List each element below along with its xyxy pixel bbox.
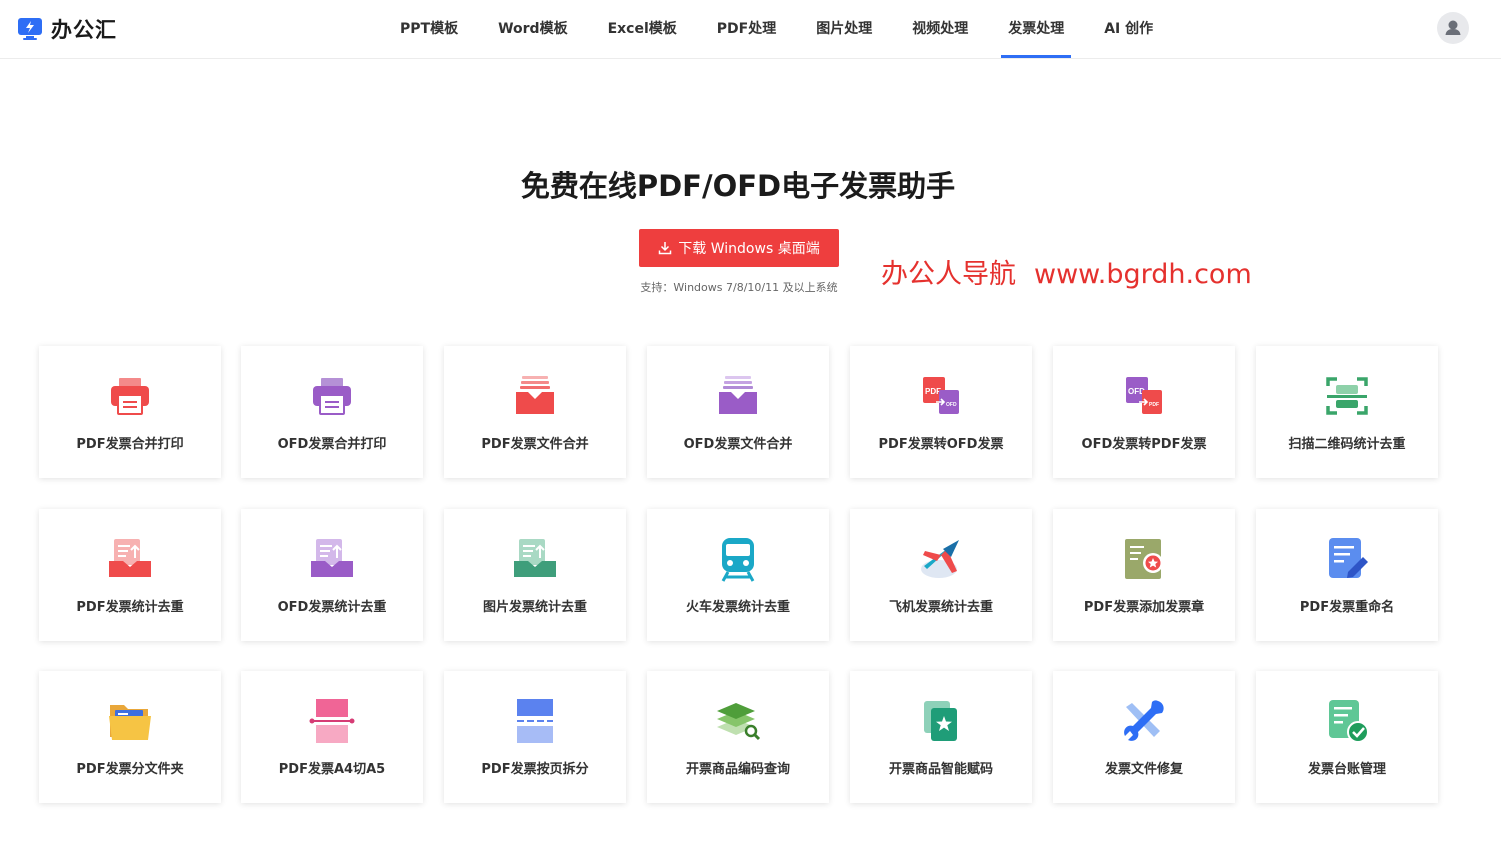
system-support-text: 支持：Windows 7/8/10/11 及以上系统 (640, 281, 838, 294)
top-navigation-bar: 办公汇 PPT模板 Word模板 Excel模板 PDF处理 图片处理 视频处理… (0, 0, 1501, 59)
tool-card-code-search[interactable]: 开票商品编码查询 (647, 671, 829, 803)
ledger-icon (1329, 700, 1369, 743)
watermark-text: 办公人导航 www.bgrdh.com (881, 252, 1252, 291)
tool-label: 飞机发票统计去重 (888, 600, 993, 615)
folder-icon (109, 705, 151, 740)
nav-item-ppt[interactable]: PPT模板 (380, 0, 478, 58)
rename-icon (1329, 538, 1368, 578)
tool-label: PDF发票重命名 (1299, 600, 1395, 615)
tool-card-a4-to-a5[interactable]: PDF发票A4切A5 (241, 671, 423, 803)
tool-label: PDF发票文件合并 (481, 437, 589, 452)
repair-icon (1124, 700, 1164, 741)
tool-card-rename[interactable]: PDF发票重命名 (1256, 509, 1438, 641)
tool-label: PDF发票分文件夹 (76, 762, 184, 777)
nav-item-image[interactable]: 图片处理 (796, 0, 892, 58)
tool-card-airplane-stats[interactable]: 飞机发票统计去重 (850, 509, 1032, 641)
brand-logo[interactable]: 办公汇 (17, 15, 117, 43)
tool-card-image-stats[interactable]: 图片发票统计去重 (444, 509, 626, 641)
tool-card-page-split[interactable]: PDF发票按页拆分 (444, 671, 626, 803)
qr-scan-icon (1326, 377, 1368, 415)
tool-label: PDF发票统计去重 (76, 600, 184, 615)
printer-purple-icon (313, 378, 351, 415)
tool-label: 发票文件修复 (1104, 762, 1183, 777)
user-icon (1445, 20, 1461, 35)
svg-text:PDF: PDF (1149, 402, 1159, 408)
tool-label: OFD发票文件合并 (683, 437, 793, 452)
tool-label: PDF发票A4切A5 (278, 762, 386, 777)
tool-card-pdf-merge-print[interactable]: PDF发票合并打印 (39, 346, 221, 478)
file-merge-purple-icon (719, 376, 757, 414)
split-icon (517, 699, 553, 743)
pdf-to-ofd-icon: PDF OFD (923, 377, 959, 414)
ofd-to-pdf-icon: OFD PDF (1126, 377, 1162, 414)
tool-card-qr-scan[interactable]: 扫描二维码统计去重 (1256, 346, 1438, 478)
nav-item-video[interactable]: 视频处理 (892, 0, 988, 58)
stamp-icon (1125, 539, 1163, 579)
tool-label: PDF发票按页拆分 (481, 762, 589, 777)
user-avatar[interactable] (1437, 12, 1469, 44)
watermark-url: www.bgrdh.com (1034, 259, 1252, 290)
code-search-icon (717, 703, 761, 741)
nav-item-excel[interactable]: Excel模板 (588, 0, 697, 58)
svg-text:OFD: OFD (946, 402, 957, 408)
tool-label: PDF发票添加发票章 (1083, 600, 1205, 615)
main-nav: PPT模板 Word模板 Excel模板 PDF处理 图片处理 视频处理 发票处… (380, 0, 1173, 58)
stats-purple-icon (311, 539, 353, 577)
brand-name: 办公汇 (51, 18, 117, 42)
cut-icon (309, 699, 355, 743)
train-icon (721, 538, 755, 582)
file-merge-red-icon (516, 376, 554, 414)
stats-red-icon (109, 539, 151, 577)
page-title: 免费在线PDF/OFD电子发票助手 (520, 169, 956, 203)
tool-label: OFD发票转PDF发票 (1081, 437, 1207, 452)
airplane-icon (921, 540, 959, 578)
tool-label: 火车发票统计去重 (685, 600, 790, 615)
stats-green-icon (514, 539, 556, 577)
nav-item-word[interactable]: Word模板 (478, 0, 588, 58)
tool-label: 扫描二维码统计去重 (1288, 437, 1406, 452)
nav-item-invoice[interactable]: 发票处理 (988, 0, 1084, 58)
smart-code-icon (924, 701, 957, 741)
tool-card-pdf-file-merge[interactable]: PDF发票文件合并 (444, 346, 626, 478)
tool-label: PDF发票转OFD发票 (878, 437, 1004, 452)
brand-monitor-icon (18, 18, 42, 40)
tool-label: 图片发票统计去重 (482, 600, 587, 615)
nav-item-pdf[interactable]: PDF处理 (697, 0, 796, 58)
tool-card-smart-code[interactable]: 开票商品智能赋码 (850, 671, 1032, 803)
tool-card-pdf-stats[interactable]: PDF发票统计去重 (39, 509, 221, 641)
printer-red-icon (111, 378, 149, 415)
tool-card-train-stats[interactable]: 火车发票统计去重 (647, 509, 829, 641)
download-icon (659, 242, 672, 255)
tool-label: 开票商品编码查询 (685, 762, 790, 777)
tool-label: 发票台账管理 (1307, 762, 1386, 777)
tool-card-ofd-to-pdf[interactable]: OFD PDF OFD发票转PDF发票 (1053, 346, 1235, 478)
tool-label: PDF发票合并打印 (76, 437, 184, 452)
tool-card-file-repair[interactable]: 发票文件修复 (1053, 671, 1235, 803)
tool-card-add-stamp[interactable]: PDF发票添加发票章 (1053, 509, 1235, 641)
tool-card-folders[interactable]: PDF发票分文件夹 (39, 671, 221, 803)
tool-label: OFD发票合并打印 (277, 437, 387, 452)
download-button-label: 下载 Windows 桌面端 (678, 241, 820, 257)
svg-text:PDF: PDF (925, 387, 941, 396)
tool-label: OFD发票统计去重 (277, 600, 387, 615)
download-windows-button[interactable]: 下载 Windows 桌面端 (639, 229, 839, 267)
nav-item-ai[interactable]: AI 创作 (1084, 0, 1173, 58)
watermark-name: 办公人导航 (881, 259, 1016, 290)
tool-card-ofd-merge-print[interactable]: OFD发票合并打印 (241, 346, 423, 478)
tool-card-pdf-to-ofd[interactable]: PDF OFD PDF发票转OFD发票 (850, 346, 1032, 478)
tool-card-ofd-file-merge[interactable]: OFD发票文件合并 (647, 346, 829, 478)
tool-label: 开票商品智能赋码 (888, 762, 993, 777)
tool-card-ofd-stats[interactable]: OFD发票统计去重 (241, 509, 423, 641)
tool-card-ledger[interactable]: 发票台账管理 (1256, 671, 1438, 803)
